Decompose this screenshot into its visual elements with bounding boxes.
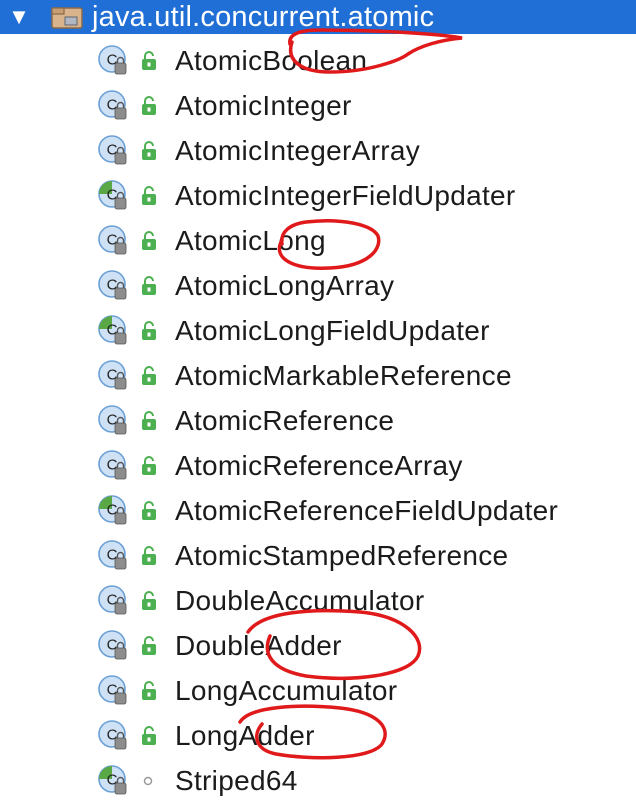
expanded-triangle-icon[interactable]: ▼ bbox=[4, 0, 34, 34]
class-label: DoubleAccumulator bbox=[175, 584, 425, 616]
public-lock-icon bbox=[139, 725, 161, 747]
abstract-class-icon: C bbox=[97, 179, 131, 213]
class-label: AtomicReferenceFieldUpdater bbox=[175, 494, 559, 526]
class-icon: C bbox=[97, 719, 131, 753]
public-lock-icon bbox=[139, 95, 161, 117]
public-lock-icon bbox=[139, 140, 161, 162]
class-label: AtomicBoolean bbox=[175, 44, 368, 76]
class-node-atomic-long-field-updater[interactable]: C AtomicLongFieldUpdater bbox=[0, 308, 636, 353]
class-label: AtomicLongArray bbox=[175, 269, 395, 301]
public-lock-icon bbox=[139, 455, 161, 477]
class-list: C AtomicBoolean C AtomicInteger C AtomicInteg… bbox=[0, 38, 636, 803]
class-node-atomic-reference-field-updater[interactable]: C AtomicReferenceFieldUpdater bbox=[0, 488, 636, 533]
public-lock-icon bbox=[139, 275, 161, 297]
class-node-atomic-reference-array[interactable]: C AtomicReferenceArray bbox=[0, 443, 636, 488]
class-node-atomic-integer-field-updater[interactable]: C AtomicIntegerFieldUpdater bbox=[0, 173, 636, 218]
class-label: AtomicIntegerArray bbox=[175, 134, 421, 166]
class-icon: C bbox=[97, 539, 131, 573]
class-icon: C bbox=[97, 44, 131, 78]
public-lock-icon bbox=[139, 320, 161, 342]
class-label: AtomicStampedReference bbox=[175, 539, 509, 571]
abstract-class-icon: C bbox=[97, 764, 131, 798]
public-lock-icon bbox=[139, 680, 161, 702]
class-label: AtomicReferenceArray bbox=[175, 449, 463, 481]
class-node-atomic-markable-reference[interactable]: C AtomicMarkableReference bbox=[0, 353, 636, 398]
class-node-atomic-stamped-reference[interactable]: C AtomicStampedReference bbox=[0, 533, 636, 578]
class-label: AtomicInteger bbox=[175, 89, 352, 121]
class-icon: C bbox=[97, 584, 131, 618]
class-node-long-adder[interactable]: C LongAdder bbox=[0, 713, 636, 758]
public-lock-icon bbox=[139, 185, 161, 207]
package-icon bbox=[50, 4, 86, 30]
class-icon: C bbox=[97, 89, 131, 123]
class-node-atomic-long-array[interactable]: C AtomicLongArray bbox=[0, 263, 636, 308]
class-icon: C bbox=[97, 359, 131, 393]
class-icon: C bbox=[97, 134, 131, 168]
class-label: DoubleAdder bbox=[175, 629, 342, 661]
class-icon: C bbox=[97, 269, 131, 303]
class-node-double-adder[interactable]: C DoubleAdder bbox=[0, 623, 636, 668]
public-lock-icon bbox=[139, 230, 161, 252]
class-label: LongAccumulator bbox=[175, 674, 398, 706]
project-tree: ▼ java.util.concurrent.atomic C AtomicBoo… bbox=[0, 0, 636, 808]
class-node-atomic-boolean[interactable]: C AtomicBoolean bbox=[0, 38, 636, 83]
class-label: AtomicReference bbox=[175, 404, 395, 436]
class-icon: C bbox=[97, 674, 131, 708]
abstract-class-icon: C bbox=[97, 314, 131, 348]
package-node[interactable]: ▼ java.util.concurrent.atomic bbox=[0, 0, 636, 34]
public-lock-icon bbox=[139, 635, 161, 657]
class-icon: C bbox=[97, 629, 131, 663]
class-node-long-accumulator[interactable]: C LongAccumulator bbox=[0, 668, 636, 713]
class-node-atomic-integer-array[interactable]: C AtomicIntegerArray bbox=[0, 128, 636, 173]
public-lock-icon bbox=[139, 500, 161, 522]
public-lock-icon bbox=[139, 410, 161, 432]
class-node-atomic-long[interactable]: C AtomicLong bbox=[0, 218, 636, 263]
class-node-double-accumulator[interactable]: C DoubleAccumulator bbox=[0, 578, 636, 623]
class-label: AtomicIntegerFieldUpdater bbox=[175, 179, 516, 211]
public-lock-icon bbox=[139, 590, 161, 612]
class-label: AtomicLongFieldUpdater bbox=[175, 314, 490, 346]
class-label: Striped64 bbox=[175, 764, 298, 796]
class-label: LongAdder bbox=[175, 719, 315, 751]
public-lock-icon bbox=[139, 545, 161, 567]
package-label: java.util.concurrent.atomic bbox=[92, 0, 435, 33]
class-node-atomic-reference[interactable]: C AtomicReference bbox=[0, 398, 636, 443]
public-lock-icon bbox=[139, 365, 161, 387]
class-node-atomic-integer[interactable]: C AtomicInteger bbox=[0, 83, 636, 128]
public-lock-icon bbox=[139, 50, 161, 72]
package-private-icon bbox=[139, 770, 161, 792]
class-icon: C bbox=[97, 404, 131, 438]
class-icon: C bbox=[97, 449, 131, 483]
abstract-class-icon: C bbox=[97, 494, 131, 528]
class-label: AtomicMarkableReference bbox=[175, 359, 512, 391]
class-label: AtomicLong bbox=[175, 224, 326, 256]
class-icon: C bbox=[97, 224, 131, 258]
class-node-striped64[interactable]: C Striped64 bbox=[0, 758, 636, 803]
